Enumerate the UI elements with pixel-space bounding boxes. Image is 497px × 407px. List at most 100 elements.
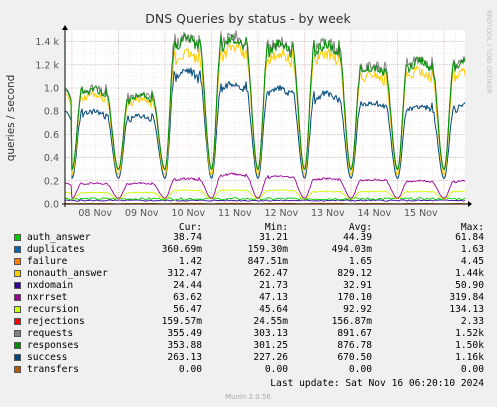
y-tick-label: 1.4 k xyxy=(35,37,59,48)
legend-swatch xyxy=(14,306,21,313)
legend-value-avg: 670.50 xyxy=(337,352,372,363)
x-tick-label: 13 Nov xyxy=(311,208,345,219)
y-tick-label: 1.2 k xyxy=(35,60,59,71)
legend-value-min: 227.26 xyxy=(253,352,288,363)
legend-series-name: success xyxy=(27,352,68,363)
rrdtool-side-label: RRDTOOL / TOBI OETIKER xyxy=(485,10,493,94)
legend-series-name: auth_answer xyxy=(27,232,91,243)
legend-value-avg: 1.65 xyxy=(348,256,372,267)
x-tick-label: 15 Nov xyxy=(404,208,438,219)
legend-header-avg: Avg: xyxy=(348,222,372,233)
chart-title: DNS Queries by status - by week xyxy=(145,11,351,26)
legend-series-name: nonauth_answer xyxy=(27,268,108,279)
legend-value-avg: 156.87m xyxy=(331,316,372,327)
legend-swatch xyxy=(14,246,21,253)
legend-row: duplicates 360.69m 159.30m 494.03m 1.63 xyxy=(0,244,497,256)
last-update: Last update: Sat Nov 16 06:20:10 2024 xyxy=(270,378,484,389)
legend-series-name: responses xyxy=(27,340,79,351)
y-tick-label: 0.8 xyxy=(44,107,59,118)
legend-value-avg: 0.00 xyxy=(348,364,372,375)
legend-value-min: 159.30m xyxy=(247,244,288,255)
x-tick-label: 08 Nov xyxy=(78,208,112,219)
legend-value-min: 262.47 xyxy=(253,268,288,279)
y-tick-label: 0.2 xyxy=(44,176,59,187)
legend-series-name: transfers xyxy=(27,364,79,375)
legend-row: recursion 56.47 45.64 92.92 134.13 xyxy=(0,304,497,316)
legend-header-cur: Cur: xyxy=(178,222,202,233)
legend-series-name: nxrrset xyxy=(27,292,68,303)
legend-value-max: 1.16k xyxy=(455,352,484,363)
legend-swatch xyxy=(14,366,21,373)
legend-swatch xyxy=(14,270,21,277)
legend-value-avg: 494.03m xyxy=(331,244,372,255)
legend-row: nxdomain 24.44 21.73 32.91 50.90 xyxy=(0,280,497,292)
legend-row: requests 355.49 303.13 891.67 1.52k xyxy=(0,328,497,340)
legend-value-cur: 1.42 xyxy=(178,256,202,267)
legend-series-name: duplicates xyxy=(27,244,85,255)
legend-row: failure 1.42 847.51m 1.65 4.45 xyxy=(0,256,497,268)
legend-row: success 263.13 227.26 670.50 1.16k xyxy=(0,352,497,364)
legend-series-name: rejections xyxy=(27,316,85,327)
legend-value-min: 0.00 xyxy=(264,364,288,375)
legend-value-cur: 355.49 xyxy=(167,328,202,339)
legend-value-cur: 263.13 xyxy=(167,352,202,363)
x-tick-label: 09 Nov xyxy=(125,208,159,219)
legend-row: transfers 0.00 0.00 0.00 0.00 xyxy=(0,364,497,376)
legend-value-cur: 0.00 xyxy=(178,364,202,375)
legend-header-min: Min: xyxy=(264,222,288,233)
legend-value-min: 45.64 xyxy=(259,304,288,315)
legend-row: nxrrset 63.62 47.13 170.10 319.84 xyxy=(0,292,497,304)
x-tick-label: 10 Nov xyxy=(171,208,205,219)
legend-value-max: 1.50k xyxy=(455,340,484,351)
legend-swatch xyxy=(14,234,21,241)
legend-value-min: 847.51m xyxy=(247,256,288,267)
legend-value-max: 50.90 xyxy=(455,280,484,291)
legend-value-avg: 32.91 xyxy=(343,280,372,291)
legend-series-name: recursion xyxy=(27,304,79,315)
legend-swatch xyxy=(14,354,21,361)
legend-value-cur: 353.88 xyxy=(167,340,202,351)
legend-value-max: 1.63 xyxy=(460,244,484,255)
y-tick-label: 1.0 xyxy=(44,84,59,95)
legend-value-max: 319.84 xyxy=(449,292,484,303)
legend-series-name: failure xyxy=(27,256,68,267)
legend-value-cur: 24.44 xyxy=(173,280,202,291)
legend-value-max: 1.44k xyxy=(455,268,484,279)
y-tick-label: 0.0 xyxy=(44,200,59,211)
y-axis-arrow xyxy=(62,25,68,30)
legend-value-cur: 56.47 xyxy=(173,304,202,315)
legend-value-max: 2.33 xyxy=(460,316,484,327)
legend-value-max: 134.13 xyxy=(449,304,484,315)
x-tick-label: 14 Nov xyxy=(357,208,391,219)
legend-value-avg: 891.67 xyxy=(337,328,372,339)
legend-value-max: 4.45 xyxy=(460,256,484,267)
legend-swatch xyxy=(14,330,21,337)
legend-series-name: nxdomain xyxy=(27,280,74,291)
legend-value-min: 24.55m xyxy=(253,316,288,327)
legend-value-min: 47.13 xyxy=(259,292,288,303)
footer-version: Munin 2.0.56 xyxy=(225,393,271,401)
legend-row: responses 353.88 301.25 876.78 1.50k xyxy=(0,340,497,352)
legend-value-cur: 63.62 xyxy=(173,292,202,303)
legend-value-cur: 312.47 xyxy=(167,268,202,279)
legend-swatch xyxy=(14,282,21,289)
legend-row: rejections 159.57m 24.55m 156.87m 2.33 xyxy=(0,316,497,328)
x-axis-arrow xyxy=(468,201,472,207)
y-axis-label: queries / second xyxy=(5,75,17,162)
legend-value-avg: 170.10 xyxy=(337,292,372,303)
legend-value-cur: 159.57m xyxy=(161,316,202,327)
legend-swatch xyxy=(14,258,21,265)
x-tick-label: 11 Nov xyxy=(218,208,252,219)
legend-swatch xyxy=(14,318,21,325)
legend-value-min: 303.13 xyxy=(253,328,288,339)
legend-value-min: 21.73 xyxy=(259,280,288,291)
legend-value-cur: 360.69m xyxy=(161,244,202,255)
legend-row: nonauth_answer 312.47 262.47 829.12 1.44k xyxy=(0,268,497,280)
legend-swatch xyxy=(14,294,21,301)
legend-value-avg: 829.12 xyxy=(337,268,372,279)
legend-value-max: 1.52k xyxy=(455,328,484,339)
x-tick-labels: 08 Nov 09 Nov 10 Nov 11 Nov 12 Nov 13 Nov 14 N… xyxy=(78,208,438,219)
y-tick-label: 0.6 xyxy=(44,130,59,141)
x-tick-label: 12 Nov xyxy=(264,208,298,219)
legend-value-min: 301.25 xyxy=(253,340,288,351)
